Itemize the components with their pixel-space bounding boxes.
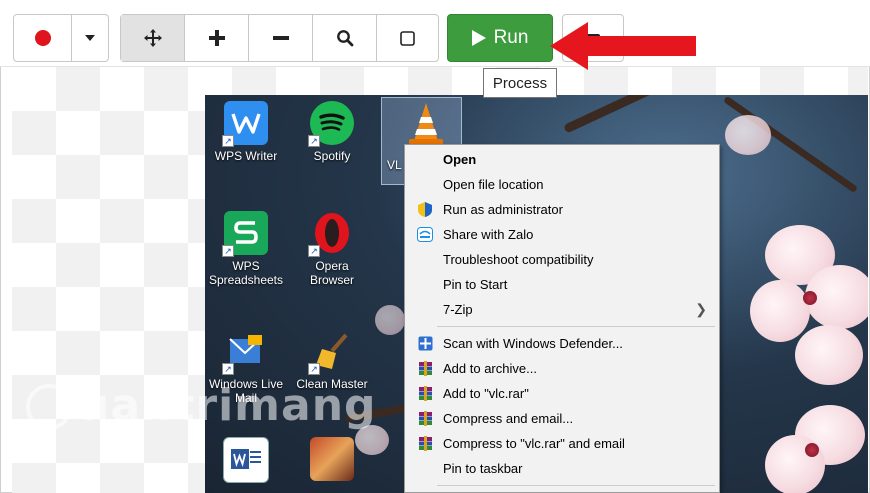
blossom-petal (750, 280, 810, 342)
shortcut-arrow-icon: ↗ (222, 245, 234, 257)
uac-shield-icon (417, 202, 433, 218)
context-menu: Open Open file location Run as administr… (404, 144, 720, 493)
desktop-icon-wps-spreadsheets[interactable]: ↗ WPS Spreadsheets (208, 211, 284, 287)
run-tooltip: Process (483, 68, 557, 98)
move-tool-button[interactable] (121, 15, 185, 61)
menu-item-label: Scan with Windows Defender... (443, 336, 623, 351)
desktop-icon-label: WPS Writer (214, 149, 278, 163)
opera-icon: ↗ (308, 211, 354, 257)
menu-item-label: Pin to taskbar (443, 461, 523, 476)
windows-live-mail-icon: ↗ (222, 329, 268, 375)
wps-spreadsheets-icon: ↗ (222, 211, 268, 257)
blossom-petal (375, 305, 405, 335)
desktop-icon-label: VL (387, 158, 402, 172)
shortcut-arrow-icon: ↗ (308, 245, 320, 257)
shortcut-arrow-icon: ↗ (222, 135, 234, 147)
zoom-out-button[interactable] (249, 15, 313, 61)
menu-item-7zip[interactable]: 7-Zip ❯ (405, 297, 719, 322)
broom-icon: ↗ (308, 329, 354, 375)
shortcut-arrow-icon: ↗ (308, 363, 320, 375)
menu-item-label: Share with Zalo (443, 227, 534, 242)
menu-item-add-to-vlc-rar[interactable]: Add to "vlc.rar" (405, 381, 719, 406)
menu-item-label: Troubleshoot compatibility (443, 252, 594, 267)
desktop-icon-label: WPS Spreadsheets (208, 259, 284, 287)
move-arrows-icon (143, 29, 162, 47)
desktop-icon-spotify[interactable]: ↗ Spotify (294, 101, 370, 163)
menu-item-label: Run as administrator (443, 202, 563, 217)
watermark-text: uantrimang (78, 380, 377, 431)
menu-item-pin-to-start[interactable]: Pin to Start (405, 272, 719, 297)
run-button[interactable]: Run (447, 14, 553, 62)
menu-item-open[interactable]: Open (405, 147, 719, 172)
menu-item-pin-to-taskbar[interactable]: Pin to taskbar (405, 456, 719, 481)
run-button-label: Run (493, 27, 529, 48)
magnifier-icon (336, 30, 353, 47)
tool-group (120, 14, 439, 62)
blossom-petal (725, 115, 771, 155)
menu-item-compress-and-email[interactable]: Compress and email... (405, 406, 719, 431)
menu-separator (437, 485, 715, 486)
desktop-icon-word[interactable] (208, 437, 284, 487)
record-group (13, 14, 109, 62)
caret-down-icon (85, 35, 95, 41)
menu-item-label: Open (443, 152, 477, 167)
menu-item-compress-to-vlc-rar-and-email[interactable]: Compress to "vlc.rar" and email (405, 431, 719, 456)
desktop-icon-game[interactable] (294, 437, 370, 485)
menu-item-label: Compress and email... (443, 411, 574, 426)
blossom-center (803, 291, 817, 305)
winrar-icon (417, 436, 433, 452)
menu-item-troubleshoot-compatibility[interactable]: Troubleshoot compatibility (405, 247, 719, 272)
menu-item-label: Open file location (443, 177, 544, 192)
desktop-icon-label: Spotify (313, 149, 351, 163)
record-button[interactable] (14, 15, 72, 61)
blossom-petal (795, 325, 863, 385)
menu-item-label: Add to "vlc.rar" (443, 386, 529, 401)
red-pointer-arrow-icon (550, 22, 696, 70)
play-icon (471, 30, 486, 46)
winrar-icon (417, 386, 433, 402)
vlc-cone-icon (404, 101, 448, 147)
toolbar: Run (0, 0, 870, 67)
record-dropdown-button[interactable] (72, 15, 108, 61)
shortcut-arrow-icon: ↗ (308, 135, 320, 147)
zoom-in-button[interactable] (185, 15, 249, 61)
menu-item-scan-defender[interactable]: Scan with Windows Defender... (405, 331, 719, 356)
select-region-button[interactable] (377, 15, 438, 61)
menu-item-label: Pin to Start (443, 277, 508, 292)
submenu-chevron-icon: ❯ (695, 301, 707, 317)
square-outline-icon (400, 30, 415, 46)
menu-item-open-file-location[interactable]: Open file location (405, 172, 719, 197)
blossom-center (805, 443, 819, 457)
wps-writer-icon: ↗ (222, 101, 268, 147)
desktop-icon-label: Opera Browser (309, 259, 354, 287)
zoom-fit-button[interactable] (313, 15, 377, 61)
shortcut-arrow-icon: ↗ (222, 363, 234, 375)
menu-item-label: Compress to "vlc.rar" and email (443, 436, 625, 451)
branch (563, 95, 839, 134)
menu-item-label: Add to archive... (443, 361, 537, 376)
menu-item-label: 7-Zip (443, 302, 473, 317)
menu-separator (437, 326, 715, 327)
winrar-icon (417, 411, 433, 427)
menu-item-run-as-administrator[interactable]: Run as administrator (405, 197, 719, 222)
winrar-icon (417, 361, 433, 377)
watermark-logo-icon (26, 384, 72, 430)
desktop-icon-wps-writer[interactable]: ↗ WPS Writer (208, 101, 284, 163)
record-dot-icon (34, 30, 51, 46)
zalo-share-icon (417, 227, 433, 243)
menu-item-add-to-archive[interactable]: Add to archive... (405, 356, 719, 381)
plus-icon (208, 30, 225, 46)
spotify-icon: ↗ (308, 101, 354, 147)
minus-icon (272, 36, 289, 40)
menu-item-share-with-zalo[interactable]: Share with Zalo (405, 222, 719, 247)
desktop-icon-opera[interactable]: ↗ Opera Browser (294, 211, 370, 287)
game-character-icon (310, 437, 354, 481)
word-document-icon (223, 437, 269, 483)
defender-icon (417, 336, 433, 352)
